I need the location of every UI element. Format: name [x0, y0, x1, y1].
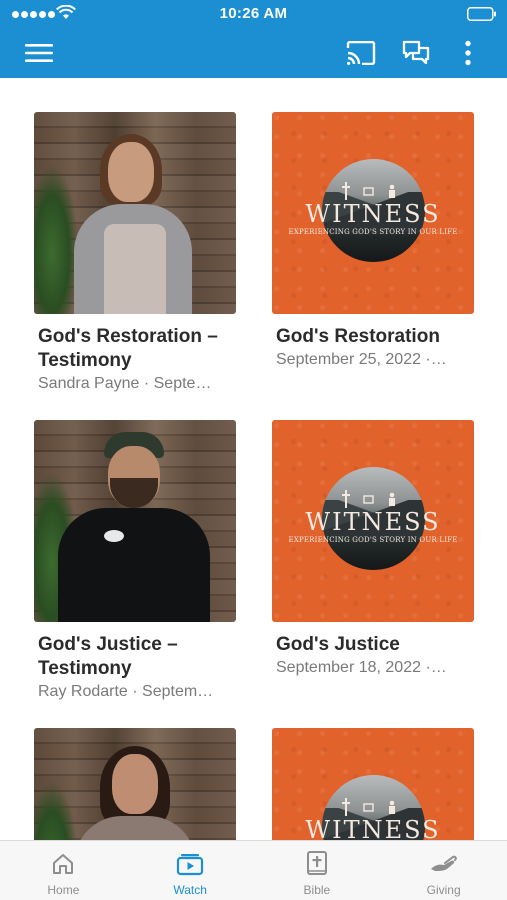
video-subtitle: Ray Rodarte · Septem… — [38, 683, 214, 700]
bottom-navigation: Home Watch Bible Giving — [0, 840, 507, 900]
app-bar — [0, 28, 507, 78]
video-thumbnail — [34, 728, 236, 840]
cast-button[interactable] — [343, 28, 379, 78]
battery-icon — [467, 7, 496, 21]
video-title: God's Justice – Testimony — [38, 634, 178, 679]
video-card[interactable]: God's Justice – Testimony Ray Rodarte · … — [34, 420, 238, 703]
nav-label: Home — [47, 883, 80, 897]
bible-icon — [306, 851, 327, 875]
video-subtitle: Sandra Payne · Septe… — [38, 375, 212, 392]
video-title: God's Restoration — [276, 326, 440, 347]
witness-tagline: EXPERIENCING GOD'S STORY IN OUR LIFE — [288, 228, 458, 236]
giving-hand-icon — [430, 855, 457, 871]
witness-word: WITNESS — [305, 200, 441, 228]
video-thumbnail — [34, 112, 236, 314]
video-title: God's Justice — [276, 634, 400, 655]
nav-label: Giving — [426, 883, 461, 897]
phone-screen: 10:26 AM God's Restoration – Testimony S… — [0, 0, 507, 900]
video-thumbnail: WITNESS EXPERIENCING GOD'S STORY IN OUR … — [272, 112, 474, 314]
video-thumbnail: WITNESS EXPERIENCING GOD'S STORY IN OUR … — [272, 420, 474, 622]
cross-icon — [342, 182, 395, 200]
video-card[interactable]: WITNESS EXPERIENCING GOD'S STORY IN OUR … — [272, 112, 476, 371]
more-options-button[interactable] — [455, 28, 481, 78]
witness-tagline: EXPERIENCING GOD'S STORY IN OUR LIFE — [288, 536, 458, 544]
video-card[interactable]: God's Restoration – Testimony Sandra Pay… — [34, 112, 238, 395]
nav-item-home[interactable]: Home — [0, 841, 127, 900]
video-grid: God's Restoration – Testimony Sandra Pay… — [0, 78, 507, 840]
cast-icon — [346, 41, 376, 65]
status-time: 10:26 AM — [219, 5, 288, 22]
chat-bubbles-icon — [402, 40, 430, 65]
witness-word: WITNESS — [305, 508, 441, 536]
nav-label: Bible — [303, 883, 331, 897]
nav-item-bible[interactable]: Bible — [254, 841, 381, 900]
witness-word: WITNESS — [305, 816, 441, 840]
video-card[interactable] — [34, 728, 238, 840]
menu-button[interactable] — [20, 28, 58, 78]
video-card[interactable]: WITNESS EXPERIENCING GOD'S STORY IN OUR … — [272, 728, 476, 840]
chat-button[interactable] — [398, 28, 434, 78]
nav-item-giving[interactable]: Giving — [380, 841, 507, 900]
video-subtitle: September 18, 2022 ·… — [276, 659, 447, 676]
more-vertical-icon — [465, 40, 471, 66]
hamburger-menu-icon — [25, 44, 53, 62]
video-card[interactable]: WITNESS EXPERIENCING GOD'S STORY IN OUR … — [272, 420, 476, 679]
watch-video-icon — [177, 854, 204, 876]
video-title: God's Restoration – Testimony — [38, 326, 218, 371]
nav-label: Watch — [173, 883, 207, 897]
cross-icon — [342, 798, 395, 816]
home-icon — [53, 854, 74, 874]
nav-item-watch[interactable]: Watch — [127, 841, 254, 900]
cross-icon — [342, 490, 395, 508]
status-bar: 10:26 AM — [0, 0, 507, 28]
video-thumbnail: WITNESS EXPERIENCING GOD'S STORY IN OUR … — [272, 728, 474, 840]
video-subtitle: September 25, 2022 ·… — [276, 351, 447, 368]
video-thumbnail — [34, 420, 236, 622]
